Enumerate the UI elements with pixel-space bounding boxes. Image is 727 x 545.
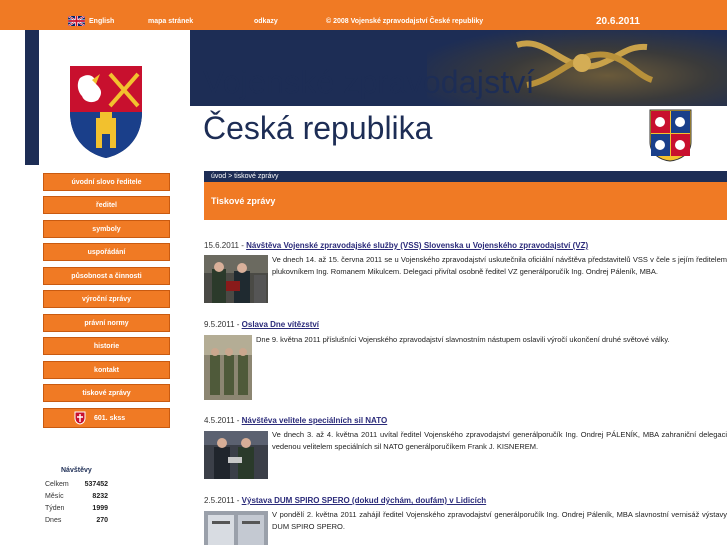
news-photo[interactable] <box>204 431 268 479</box>
page-title-line2: Česká republika <box>203 110 433 146</box>
language-switch[interactable]: English <box>68 16 114 26</box>
stats-table: Celkem 537452 Měsíc 8232 Týden 1999 Dnes 270 <box>45 478 108 526</box>
news-headline: 4.5.2011 - Návštěva velitele speciálních… <box>204 416 727 425</box>
news-date: 4.5.2011 - <box>204 416 242 425</box>
nav-item-legal[interactable]: právní normy <box>43 314 170 332</box>
stats-value: 1999 <box>92 504 108 512</box>
news-summary: Ve dnech 3. až 4. května 2011 uvítal řed… <box>272 430 727 451</box>
news-date: 15.6.2011 - <box>204 241 247 250</box>
nav-item-structure[interactable]: uspořádání <box>43 243 170 261</box>
stats-label: Měsíc <box>45 492 64 500</box>
current-date: 20.6.2011 <box>596 16 640 27</box>
stats-value: 537452 <box>84 480 108 488</box>
news-title-link[interactable]: Návštěva Vojenské zpravodajské služby (V… <box>246 241 588 250</box>
news-photo[interactable] <box>204 511 268 545</box>
stats-value: 270 <box>96 516 108 524</box>
left-accent <box>25 30 39 165</box>
news-item: 9.5.2011 - Oslava Dne vítězství Dne 9. k… <box>204 320 727 404</box>
news-summary: Ve dnech 14. až 15. června 2011 se u Voj… <box>272 255 727 276</box>
nav-item-contact[interactable]: kontakt <box>43 361 170 379</box>
section-title: Tiskové zprávy <box>204 182 727 220</box>
nav-item-symbols[interactable]: symboly <box>43 220 170 238</box>
nav-item-annual-reports[interactable]: výroční zprávy <box>43 290 170 308</box>
nav-item-history[interactable]: historie <box>43 337 170 355</box>
stats-label: Celkem <box>45 480 69 488</box>
stats-label: Dnes <box>45 516 62 524</box>
links-link[interactable]: odkazy <box>254 18 278 25</box>
copyright-text: © 2008 Vojenské zpravodajství České repu… <box>326 18 484 25</box>
stats-row: Dnes 270 <box>45 514 108 526</box>
stats-heading: Návštěvy <box>61 467 92 474</box>
news-item: 15.6.2011 - Návštěva Vojenské zpravodajs… <box>204 241 727 311</box>
news-headline: 9.5.2011 - Oslava Dne vítězství <box>204 320 727 329</box>
news-headline: 2.5.2011 - Výstava DUM SPIRO SPERO (doku… <box>204 496 727 505</box>
nav-item-activities[interactable]: působnost a činnosti <box>43 267 170 285</box>
news-title-link[interactable]: Výstava DUM SPIRO SPERO (dokud dýchám, d… <box>242 496 487 505</box>
language-label: English <box>89 17 115 25</box>
news-photo[interactable] <box>204 335 252 400</box>
sitemap-link[interactable]: mapa stránek <box>148 18 193 25</box>
news-title-link[interactable]: Návštěva velitele speciálních sil NATO <box>242 416 388 425</box>
stats-row: Měsíc 8232 <box>45 490 108 502</box>
news-summary: V pondělí 2. května 2011 zahájil ředitel… <box>272 510 727 531</box>
news-date: 9.5.2011 - <box>204 320 242 329</box>
nav-item-press[interactable]: tiskové zprávy <box>43 384 170 402</box>
news-item: 2.5.2011 - Výstava DUM SPIRO SPERO (doku… <box>204 496 727 545</box>
stats-row: Týden 1999 <box>45 502 108 514</box>
news-title-link[interactable]: Oslava Dne vítězství <box>242 320 319 329</box>
top-bar: English mapa stránek odkazy © 2008 Vojen… <box>0 0 727 30</box>
nav-item-601-label: 601. skss <box>94 414 126 422</box>
nav-item-director[interactable]: ředitel <box>43 196 170 214</box>
news-headline: 15.6.2011 - Návštěva Vojenské zpravodajs… <box>204 241 727 250</box>
unit-emblem-icon <box>74 411 86 425</box>
nav-item-intro[interactable]: úvodní slovo ředitele <box>43 173 170 191</box>
news-date: 2.5.2011 - <box>204 496 242 505</box>
stats-row: Celkem 537452 <box>45 478 108 490</box>
news-photo[interactable] <box>204 255 268 303</box>
stats-label: Týden <box>45 504 65 512</box>
news-item: 4.5.2011 - Návštěva velitele speciálních… <box>204 416 727 486</box>
state-emblem-icon <box>649 109 692 162</box>
breadcrumb[interactable]: úvod > tiskové zprávy <box>204 171 727 182</box>
uk-flag-icon <box>68 16 85 26</box>
stats-value: 8232 <box>92 492 108 500</box>
nav-item-601-skss[interactable]: 601. skss <box>43 408 170 428</box>
news-summary: Dne 9. května 2011 příslušníci Vojenskéh… <box>256 335 670 344</box>
page-title-line1: Vojenské zpravodajství <box>203 64 535 100</box>
coat-of-arms-icon <box>70 66 142 158</box>
